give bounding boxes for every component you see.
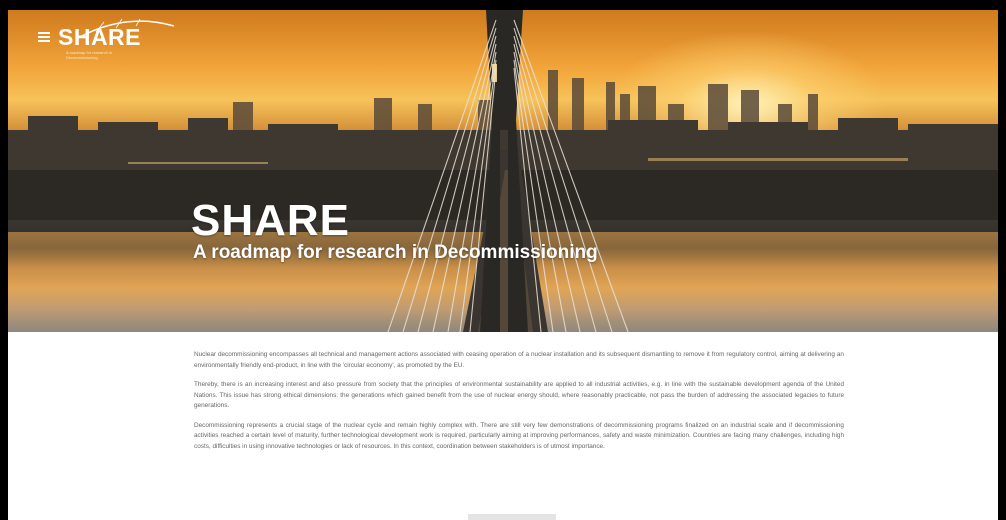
logo-tagline: A roadmap for research in Decommissionin… (66, 50, 113, 60)
read-more-button[interactable] (468, 514, 556, 520)
hero-subtitle: A roadmap for research in Decommissionin… (193, 242, 598, 263)
paragraph-1: Nuclear decommissioning encompasses all … (194, 351, 844, 369)
hamburger-menu-icon[interactable] (38, 32, 50, 42)
bridge-image (387, 10, 629, 332)
intro-text: Nuclear decommissioning encompasses all … (194, 350, 844, 461)
hero-banner: SHARE A roadmap for research in Decommis… (8, 10, 998, 332)
share-logo[interactable]: SHARE A roadmap for research in Decommis… (58, 18, 175, 60)
paragraph-2: Thereby, there is an increasing interest… (194, 381, 844, 409)
paragraph-3: Decommissioning represents a crucial sta… (194, 421, 844, 450)
bridge-arc-logo-icon (77, 18, 175, 39)
hero-title: SHARE (191, 196, 351, 245)
page-frame: SHARE A roadmap for research in Decommis… (8, 10, 998, 520)
